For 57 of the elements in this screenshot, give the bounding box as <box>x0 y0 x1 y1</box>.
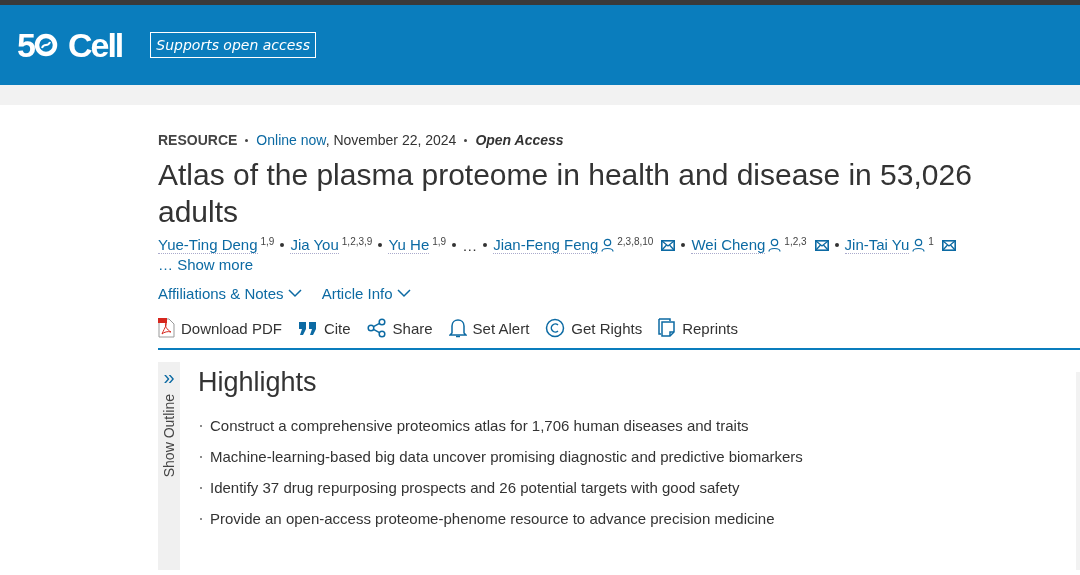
chevron-down-icon[interactable] <box>287 289 302 298</box>
access-label: Open Access <box>475 132 564 148</box>
affiliation-numbers: 2,3,8,10 <box>617 236 654 247</box>
cite-tool-button[interactable]: Cite <box>297 318 351 338</box>
affiliation-numbers: 1 <box>928 236 934 247</box>
separator-dot-icon <box>245 138 249 142</box>
expand-icon[interactable]: » <box>163 368 175 386</box>
outline-sidebar[interactable]: » Show Outline <box>158 362 180 570</box>
ring-logo-icon <box>33 33 58 57</box>
share-tool-button[interactable]: Share <box>366 318 433 338</box>
share-icon[interactable] <box>366 318 387 338</box>
rights-tool-button[interactable]: Get Rights <box>545 318 643 338</box>
show-more-link[interactable]: … Show more <box>158 256 254 273</box>
affiliation-numbers: 1,9 <box>260 236 275 247</box>
open-access-badge: Supports open access <box>150 32 316 58</box>
pages-icon[interactable] <box>658 318 677 338</box>
pdf-tool-button[interactable]: Download PDF <box>158 318 282 338</box>
author-link[interactable]: Wei Cheng <box>691 236 766 254</box>
online-link[interactable]: Online now <box>256 132 326 148</box>
affiliation-numbers: 1,2,3 <box>784 236 807 247</box>
quote-icon[interactable] <box>297 320 318 336</box>
logo-digit: 5 <box>17 28 34 62</box>
article-title: Atlas of the plasma proteome in health and disease in 53,026 adults <box>158 157 973 230</box>
author-link[interactable]: Yue-Ting Deng <box>158 236 258 254</box>
separator-dot-icon <box>280 243 285 247</box>
show-outline-label[interactable]: Show Outline <box>161 394 177 478</box>
mail-icon[interactable] <box>661 239 676 251</box>
logo-name[interactable]: Cell <box>67 28 123 62</box>
copyright-icon[interactable] <box>545 318 566 338</box>
bell-icon[interactable] <box>448 318 467 338</box>
separator-dot-icon <box>378 243 383 247</box>
article-type: RESOURCE <box>158 132 238 148</box>
author-link[interactable]: Jin-Tai Yu <box>844 236 910 254</box>
separator-dot-icon <box>681 243 686 247</box>
separator-dot-icon <box>834 243 839 247</box>
separator-dot-icon <box>464 138 468 142</box>
highlight-text: Construct a comprehensive proteomics atlas for 1,706 human diseases and traits <box>210 417 749 434</box>
mail-icon[interactable] <box>941 239 956 251</box>
author-link[interactable]: Yu He <box>388 236 430 254</box>
affiliation-numbers: 1,2,3,9 <box>341 236 373 247</box>
author-link[interactable]: Jian-Feng Feng <box>493 236 599 254</box>
chevron-down-icon[interactable] <box>396 289 411 298</box>
separator-dot-icon <box>483 243 488 247</box>
separator-dot-icon <box>452 243 457 247</box>
highlight-text: Machine-learning-based big data uncover promising diagnostic and predictive biomarkers <box>210 448 803 465</box>
affiliation-numbers: 1,9 <box>432 236 447 247</box>
expand-toggle[interactable]: Affiliations & Notes <box>158 285 302 302</box>
reprints-tool-button[interactable]: Reprints <box>658 318 739 338</box>
section-heading: Highlights <box>198 367 318 398</box>
alert-tool-button[interactable]: Set Alert <box>448 318 530 338</box>
highlight-text: Identify 37 drug repurposing prospects and 26 potential targets with good safety <box>210 479 740 496</box>
author-ellipsis: … <box>462 236 478 254</box>
highlight-text: Provide an open-access proteome-phenome resource to advance precision medicine <box>210 510 775 527</box>
author-link[interactable]: Jia You <box>290 236 339 254</box>
mail-icon[interactable] <box>814 239 829 251</box>
expand-toggle[interactable]: Article Info <box>321 285 411 302</box>
pdf-file-icon[interactable] <box>158 318 175 338</box>
